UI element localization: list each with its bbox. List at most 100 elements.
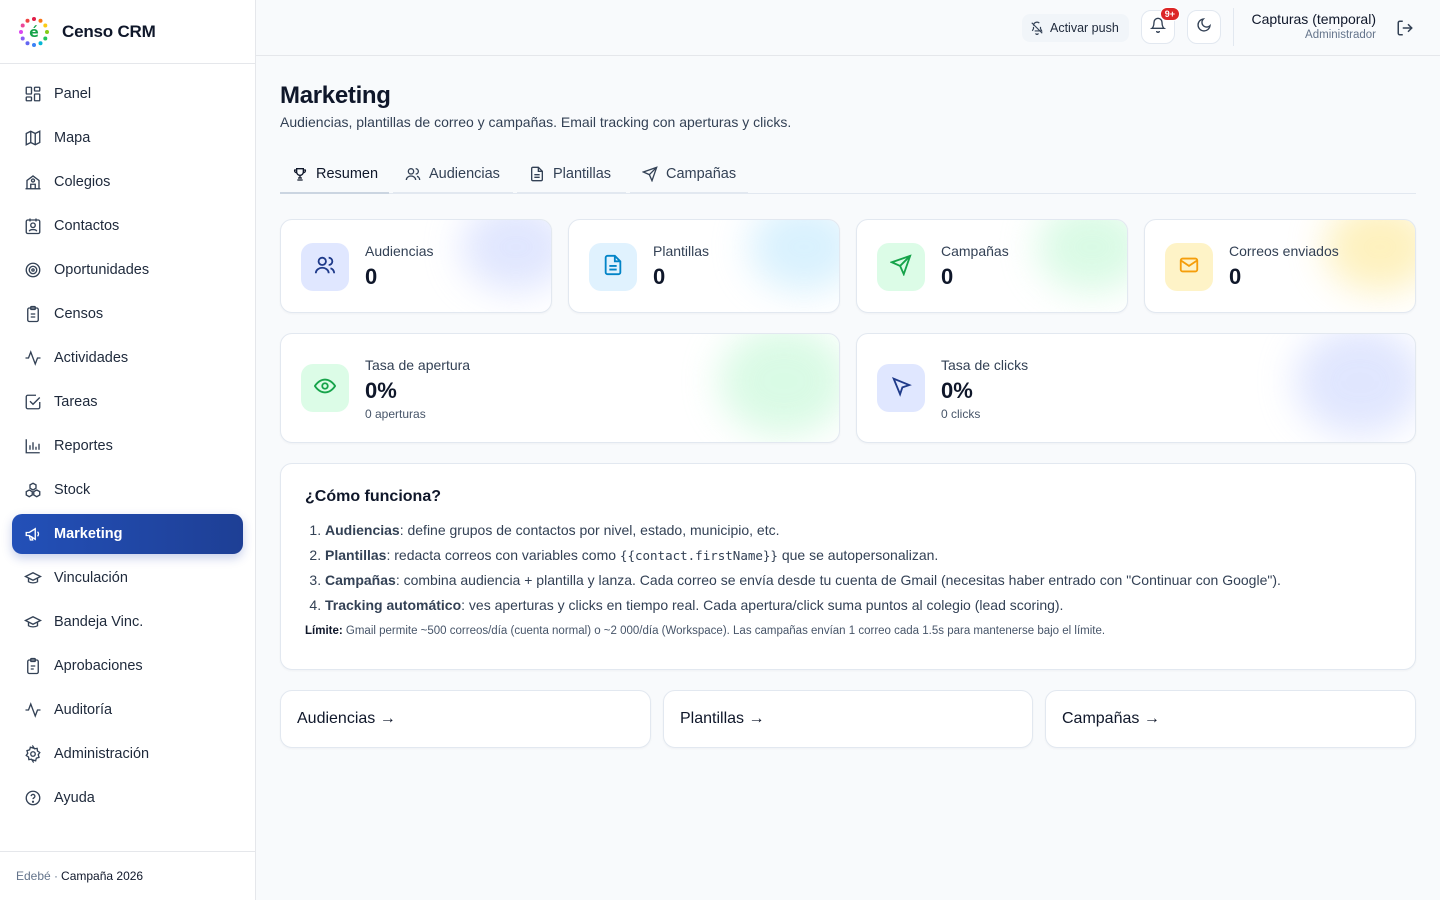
sidebar-item-stock[interactable]: Stock [12, 470, 243, 510]
sidebar-item-oportunidades[interactable]: Oportunidades [12, 250, 243, 290]
tab-audiencias[interactable]: Audiencias [393, 156, 513, 194]
card-glow [1037, 220, 1127, 292]
howto-limit: Límite: Gmail permite ~500 correos/día (… [305, 625, 1391, 637]
user-name: Capturas (temporal) [1251, 11, 1377, 27]
step-term: Tracking automático [325, 596, 462, 613]
activate-push-button[interactable]: Activar push [1022, 14, 1129, 42]
send-icon [642, 166, 658, 182]
sidebar-footer: Edebé · Campaña 2026 [0, 851, 255, 900]
step-code: {{contact.firstName}} [619, 547, 778, 563]
tab-label: Audiencias [429, 166, 500, 182]
sidebar-item-tareas[interactable]: Tareas [12, 382, 243, 422]
howto-title: ¿Cómo funciona? [305, 488, 441, 505]
stat-iconbox [301, 243, 349, 291]
sidebar-item-label: Contactos [54, 218, 120, 234]
howto-step: Plantillas: redacta correos con variable… [325, 547, 1391, 565]
sidebar-item-label: Bandeja Vinc. [54, 614, 144, 630]
brand-logo-letter: é [29, 25, 39, 41]
limit-label: Límite: [305, 625, 343, 637]
sidebar-item-label: Censos [54, 306, 104, 322]
notifications-button[interactable]: 9+ [1141, 7, 1180, 44]
card-glow [749, 220, 839, 292]
sidebar-item-colegios[interactable]: Colegios [12, 162, 243, 202]
card-glow [461, 220, 551, 292]
logout-icon [1396, 20, 1414, 41]
bell-off-icon [1030, 21, 1044, 35]
howto-card: ¿Cómo funciona? Audiencias: define grupo… [280, 463, 1416, 670]
sidebar-item-administracion[interactable]: Administración [12, 734, 243, 774]
stat-label: Tasa de clicks [941, 357, 1029, 373]
sidebar-item-mapa[interactable]: Mapa [12, 118, 243, 158]
activity-icon [24, 349, 42, 367]
tab-plantillas[interactable]: Plantillas [517, 156, 626, 194]
link-card-plantillas[interactable]: Plantillas → [663, 690, 1033, 748]
stat-iconbox [877, 243, 925, 291]
link-card-audiencias[interactable]: Audiencias → [280, 690, 651, 748]
mail-icon [1178, 254, 1200, 281]
stat-label: Tasa de apertura [365, 357, 471, 373]
tabs: Resumen Audiencias Plantillas Campañas [280, 156, 1416, 194]
stat-label: Correos enviados [1229, 243, 1339, 259]
stat-card-apertura: Tasa de apertura 0% 0 aperturas [280, 333, 840, 443]
sidebar-item-auditoria[interactable]: Auditoría [12, 690, 243, 730]
link-label: Campañas → [1062, 710, 1160, 727]
help-circle-icon [24, 789, 42, 807]
tab-resumen[interactable]: Resumen [280, 156, 389, 194]
sidebar-item-reportes[interactable]: Reportes [12, 426, 243, 466]
user-info[interactable]: Capturas (temporal) Administrador [1252, 11, 1377, 41]
sidebar-item-label: Marketing [54, 526, 123, 542]
sidebar-item-label: Vinculación [54, 570, 128, 586]
step-term: Plantillas [325, 546, 387, 563]
layout-grid-icon [24, 85, 42, 103]
check-square-icon [24, 393, 42, 411]
stat-value: 0 [653, 264, 666, 289]
brand[interactable]: é Censo CRM [0, 0, 255, 64]
sidebar-item-marketing[interactable]: Marketing [12, 514, 243, 554]
stat-value: 0 [1229, 264, 1242, 289]
sidebar-item-aprobaciones[interactable]: Aprobaciones [12, 646, 243, 686]
sidebar-item-bandeja-vinc[interactable]: Bandeja Vinc. [12, 602, 243, 642]
school-icon [24, 173, 42, 191]
sidebar-item-label: Mapa [54, 130, 91, 146]
step-text: : define grupos de contactos por nivel, … [399, 522, 780, 538]
map-icon [24, 129, 42, 147]
tab-campanas[interactable]: Campañas [630, 156, 748, 194]
sidebar-item-censos[interactable]: Censos [12, 294, 243, 334]
tab-label: Campañas [666, 166, 737, 182]
file-text-icon [602, 254, 624, 281]
theme-toggle-button[interactable] [1187, 10, 1221, 44]
file-text-icon [529, 166, 545, 182]
sidebar: é Censo CRM Panel Mapa Colegios Contacto… [0, 0, 256, 900]
step-text: que se autopersonalizan. [777, 546, 939, 563]
step-text: : redacta correos con variables como [386, 546, 620, 563]
stat-sub: 0 clicks [941, 407, 981, 421]
sidebar-item-label: Oportunidades [54, 262, 150, 278]
trophy-icon [292, 166, 308, 182]
sidebar-item-label: Auditoría [54, 702, 113, 718]
limit-text: Gmail permite ~500 correos/día (cuenta n… [342, 625, 1106, 637]
sidebar-item-vinculacion[interactable]: Vinculación [12, 558, 243, 598]
link-card-campanas[interactable]: Campañas → [1045, 690, 1416, 748]
link-label: Audiencias → [297, 710, 396, 727]
users-icon [405, 166, 421, 182]
eye-icon [313, 375, 337, 402]
stat-value: 0 [941, 264, 954, 289]
sidebar-item-actividades[interactable]: Actividades [12, 338, 243, 378]
topbar: Activar push 9+ Capturas (temporal) Admi… [256, 0, 1440, 56]
graduation-cap-icon [24, 613, 42, 631]
sidebar-item-contactos[interactable]: Contactos [12, 206, 243, 246]
sidebar-nav: Panel Mapa Colegios Contactos Oportunida… [0, 64, 255, 818]
howto-step: Audiencias: define grupos de contactos p… [325, 522, 1391, 539]
contact-icon [24, 217, 42, 235]
tab-label: Resumen [316, 166, 379, 182]
sidebar-item-panel[interactable]: Panel [12, 74, 243, 114]
clipboard-check-icon [24, 657, 42, 675]
push-label: Activar push [1050, 21, 1119, 35]
sidebar-item-label: Panel [54, 86, 92, 102]
stat-iconbox [589, 243, 637, 291]
stat-iconbox [1165, 243, 1213, 291]
sidebar-item-ayuda[interactable]: Ayuda [12, 778, 243, 818]
user-role: Administrador [1305, 29, 1376, 41]
logout-button[interactable] [1396, 19, 1414, 42]
page-title: Marketing [280, 82, 391, 109]
